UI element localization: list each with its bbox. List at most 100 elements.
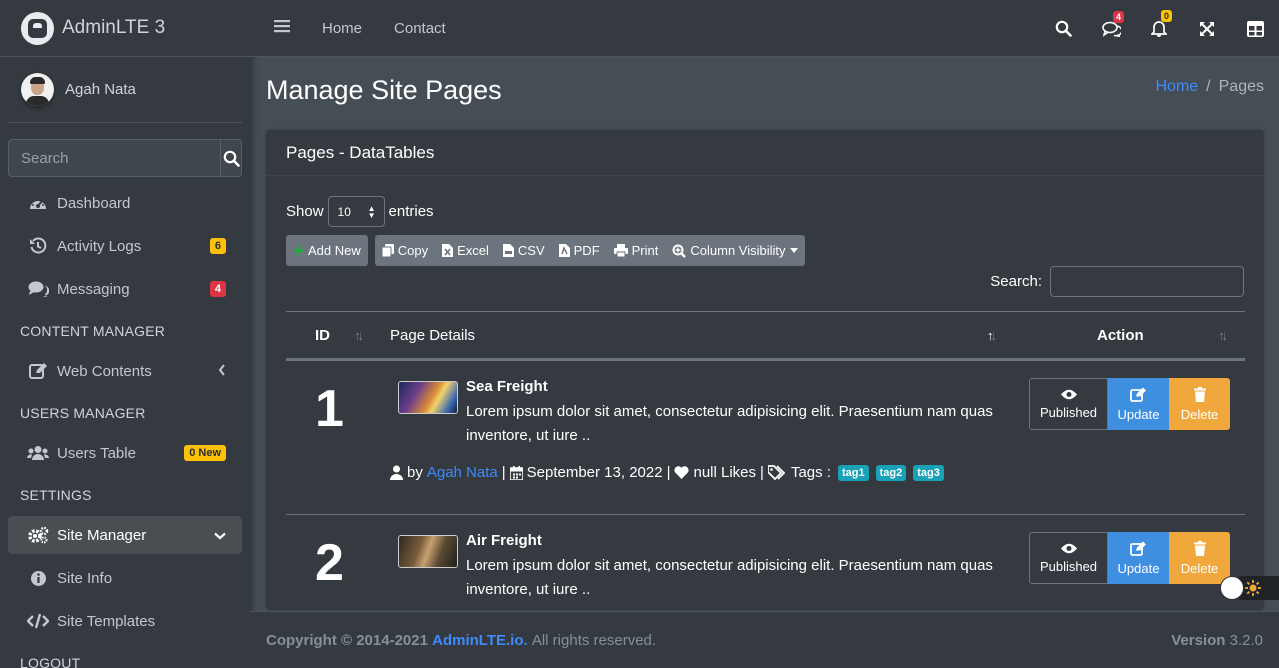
sidebar-item-activity-logs[interactable]: Activity Logs 6 bbox=[8, 227, 242, 265]
sidebar-search-input[interactable] bbox=[8, 139, 220, 177]
user-name[interactable]: Agah Nata bbox=[65, 81, 136, 98]
delete-button[interactable]: Delete bbox=[1169, 378, 1230, 430]
by-label: by bbox=[407, 464, 423, 481]
messaging-count-badge: 4 bbox=[209, 281, 226, 297]
page-title-text[interactable]: Air Freight bbox=[466, 532, 542, 549]
tag-badge[interactable]: tag2 bbox=[875, 464, 907, 481]
sidebar-item-users-table[interactable]: Users Table 0 New bbox=[8, 434, 242, 472]
tag-badge[interactable]: tag3 bbox=[913, 464, 944, 481]
footer-adminlte-link[interactable]: AdminLTE.io. bbox=[432, 632, 528, 649]
sidebar-item-site-templates[interactable]: Site Templates bbox=[8, 602, 242, 640]
copy-icon bbox=[381, 244, 394, 257]
notifications-dropdown[interactable]: 0 bbox=[1135, 10, 1183, 37]
comments-icon bbox=[1101, 21, 1121, 37]
trash-icon bbox=[1193, 386, 1206, 402]
brand-link[interactable]: AdminLTE 3 bbox=[0, 0, 250, 57]
info-circle-icon bbox=[27, 567, 49, 589]
table-search-input[interactable] bbox=[1050, 266, 1244, 297]
fullscreen-icon[interactable] bbox=[1183, 21, 1231, 37]
topnav-home-link[interactable]: Home bbox=[322, 20, 362, 37]
column-header-page-details[interactable]: Page Details bbox=[390, 327, 475, 344]
pdf-button[interactable]: PDF bbox=[551, 235, 607, 266]
dark-mode-toggle[interactable] bbox=[1219, 575, 1279, 600]
column-visibility-button[interactable]: Column Visibility bbox=[665, 235, 805, 266]
messages-dropdown[interactable]: 4 bbox=[1087, 10, 1135, 37]
sort-asc-icon[interactable]: ↑↓ bbox=[987, 328, 997, 343]
csv-button[interactable]: CSV bbox=[495, 235, 552, 266]
tags-icon bbox=[767, 465, 786, 480]
page-title-text[interactable]: Sea Freight bbox=[466, 378, 548, 395]
add-new-label: Add New bbox=[308, 243, 361, 258]
activity-count-badge: 6 bbox=[209, 238, 226, 254]
sidebar-item-label: Messaging bbox=[57, 280, 130, 298]
caret-down-icon bbox=[789, 248, 798, 253]
pages-card: Pages - DataTables Show 10 ▲ ▼ entries Ad… bbox=[266, 130, 1264, 610]
page-thumbnail bbox=[398, 381, 458, 414]
column-header-action[interactable]: Action bbox=[1097, 327, 1144, 344]
users-new-badge: 0 New bbox=[184, 445, 226, 461]
nav-header-settings: SETTINGS bbox=[20, 487, 92, 503]
update-button[interactable]: Update bbox=[1108, 378, 1169, 430]
select-arrows-icon: ▲ ▼ bbox=[367, 204, 376, 220]
footer: Copyright © 2014-2021 AdminLTE.io. All r… bbox=[250, 611, 1279, 668]
entries-label: entries bbox=[388, 203, 434, 220]
table-filter: Search: bbox=[990, 266, 1244, 297]
breadcrumb-separator: / bbox=[1206, 78, 1211, 95]
sidebar-item-dashboard[interactable]: Dashboard bbox=[8, 184, 242, 222]
sidebar-item-label: Site Manager bbox=[57, 526, 147, 544]
excel-button[interactable]: Excel bbox=[435, 235, 496, 266]
breadcrumb-home-link[interactable]: Home bbox=[1155, 78, 1198, 95]
tags-label: Tags : bbox=[790, 464, 831, 481]
sun-icon bbox=[1245, 580, 1261, 596]
page-description: Lorem ipsum dolor sit amet, consectetur … bbox=[466, 557, 993, 598]
published-label: Published bbox=[1039, 404, 1098, 420]
avatar[interactable] bbox=[21, 73, 54, 106]
tachometer-icon bbox=[27, 192, 49, 214]
published-button[interactable]: Published bbox=[1029, 378, 1108, 430]
hamburger-menu-icon[interactable] bbox=[274, 19, 290, 37]
sidebar-item-messaging[interactable]: Messaging 4 bbox=[8, 270, 242, 308]
sidebar-item-site-info[interactable]: Site Info bbox=[8, 559, 242, 597]
sidebar-search-button[interactable] bbox=[220, 139, 242, 177]
author-link[interactable]: Agah Nata bbox=[427, 464, 498, 481]
tag-badge[interactable]: tag1 bbox=[837, 464, 869, 481]
publish-date: September 13, 2022 bbox=[526, 464, 663, 481]
bell-icon bbox=[1151, 21, 1167, 37]
sidebar-search bbox=[8, 139, 242, 177]
column-visibility-label: Column Visibility bbox=[690, 243, 786, 258]
sidebar-item-web-contents[interactable]: Web Contents bbox=[8, 352, 242, 390]
sort-icon[interactable]: ↑↓ bbox=[1218, 328, 1228, 343]
add-new-button[interactable]: Add New bbox=[286, 235, 368, 266]
nav-header-logout[interactable]: LOGOUT bbox=[0, 645, 250, 668]
sidebar-item-label: Activity Logs bbox=[57, 237, 142, 255]
nav-header-content-manager: CONTENT MANAGER bbox=[20, 323, 166, 339]
entries-length-control: Show 10 ▲ ▼ entries bbox=[286, 196, 434, 227]
entries-select[interactable]: 10 ▲ ▼ bbox=[327, 196, 385, 227]
column-header-id[interactable]: ID bbox=[315, 327, 330, 344]
update-button[interactable]: Update bbox=[1108, 532, 1169, 584]
footer-copyright: Copyright © 2014-2021 bbox=[266, 631, 428, 649]
breadcrumb-current: Pages bbox=[1218, 78, 1264, 95]
comments-icon bbox=[27, 278, 49, 300]
row-id: 1 bbox=[315, 380, 344, 438]
sidebar-item-site-manager[interactable]: Site Manager bbox=[8, 516, 242, 554]
edit-icon bbox=[27, 360, 49, 382]
version-number: 3.2.0 bbox=[1229, 631, 1263, 649]
excel-label: Excel bbox=[457, 243, 489, 258]
copy-button[interactable]: Copy bbox=[374, 235, 436, 266]
chevron-left-icon bbox=[218, 363, 226, 380]
sidebar-item-label: Users Table bbox=[57, 444, 136, 462]
page-meta: by Agah Nata | September 13, 2022 | null… bbox=[390, 464, 944, 481]
sort-icon[interactable]: ↑↓ bbox=[354, 328, 364, 343]
file-csv-icon bbox=[502, 244, 514, 257]
table-row: 1 Sea Freight Lorem ipsum dolor sit amet… bbox=[286, 361, 1245, 515]
pages-table: ID ↑↓ Page Details ↑↓ Action ↑↓ 1 Sea Fr… bbox=[286, 311, 1245, 610]
card-title: Pages - DataTables bbox=[266, 130, 1264, 176]
control-sidebar-icon[interactable] bbox=[1231, 20, 1279, 37]
sidebar-item-label: Dashboard bbox=[57, 194, 131, 212]
print-button[interactable]: Print bbox=[606, 235, 666, 266]
topnav-contact-link[interactable]: Contact bbox=[394, 20, 446, 37]
show-label: Show bbox=[286, 203, 324, 220]
navbar-search-icon[interactable] bbox=[1039, 20, 1087, 37]
published-button[interactable]: Published bbox=[1029, 532, 1108, 584]
